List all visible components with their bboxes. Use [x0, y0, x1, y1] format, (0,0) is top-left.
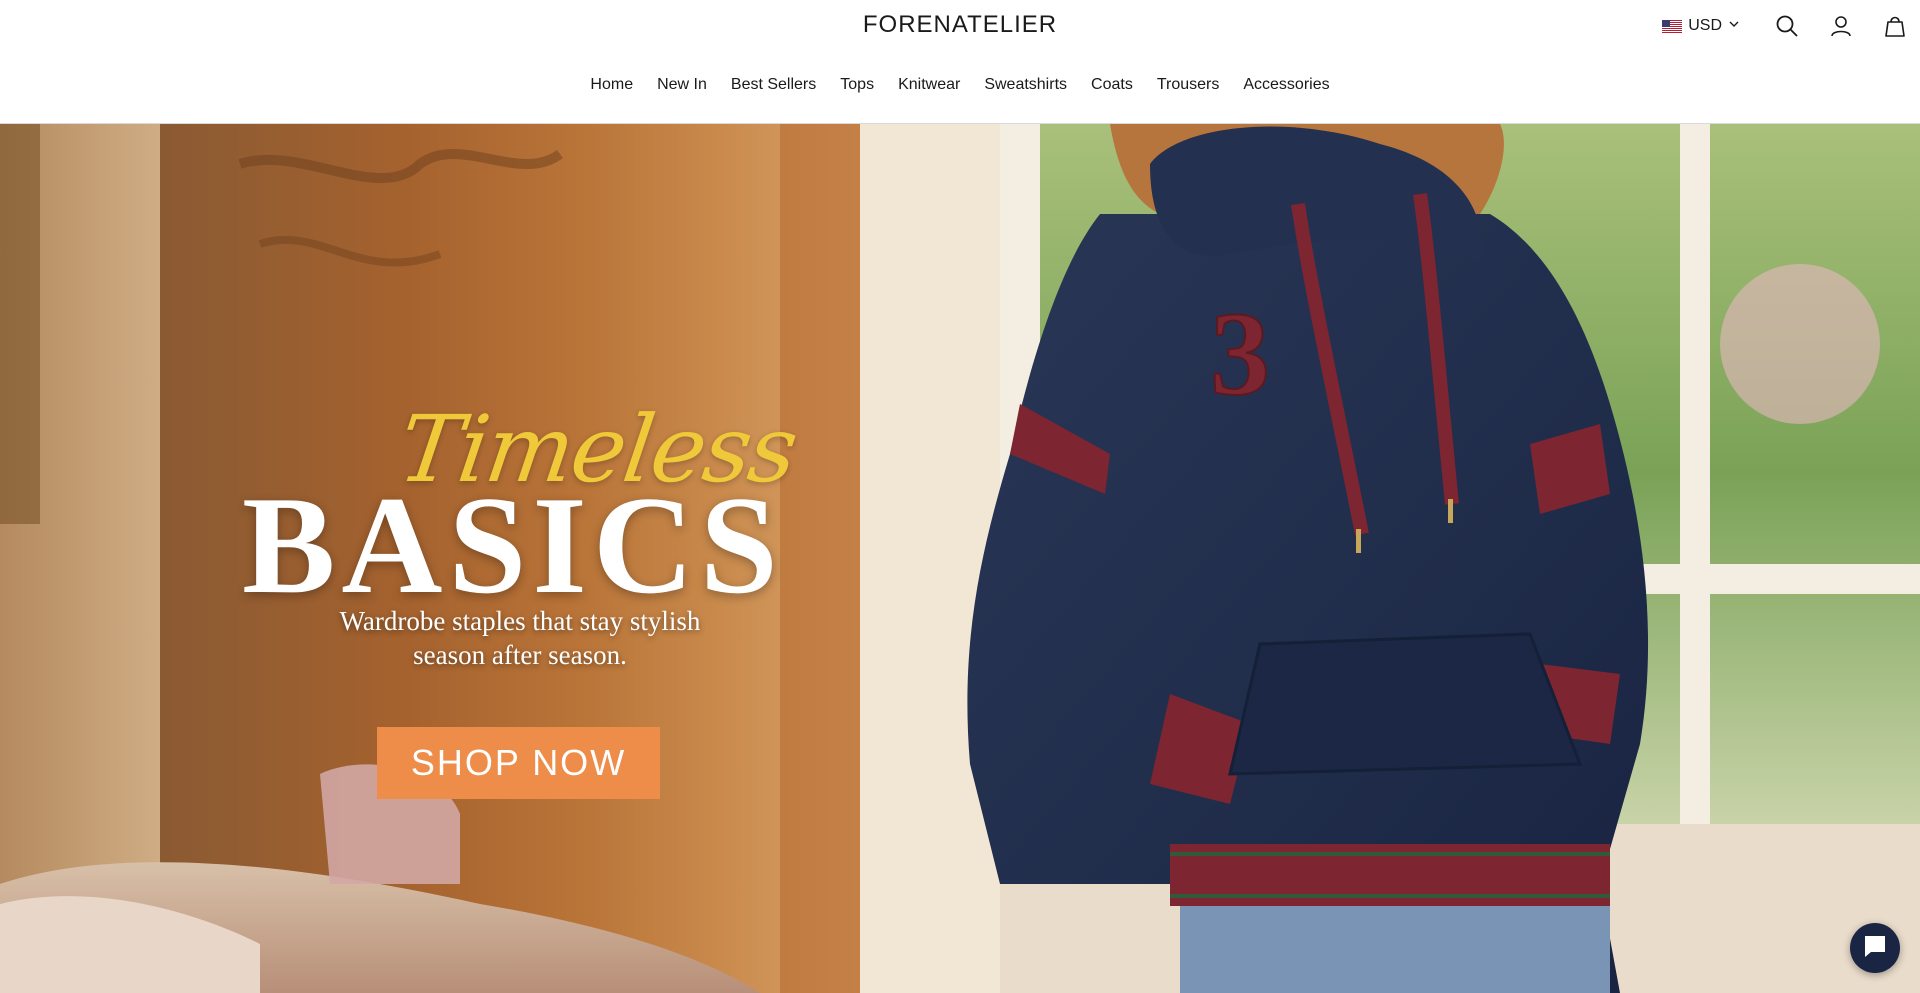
site-header: FORENATELIER USD Home New In Best Seller… — [0, 0, 1920, 124]
chevron-down-icon — [1728, 17, 1740, 35]
hero-subtitle-line-2: season after season. — [413, 640, 627, 670]
hero-banner: 3 Timeless BASICS Wardrobe staples that … — [0, 124, 1920, 993]
shop-now-button[interactable]: SHOP NOW — [377, 727, 660, 799]
chat-widget-button[interactable] — [1850, 923, 1900, 973]
search-icon[interactable] — [1774, 13, 1800, 39]
store-logo[interactable]: FORENATELIER — [0, 11, 1920, 39]
nav-item-sweatshirts[interactable]: Sweatshirts — [972, 76, 1079, 94]
nav-item-knitwear[interactable]: Knitwear — [886, 76, 972, 94]
chat-icon — [1862, 933, 1888, 964]
us-flag-icon — [1662, 19, 1683, 33]
hero-main-title: BASICS — [242, 468, 784, 623]
nav-item-tops[interactable]: Tops — [828, 76, 886, 94]
main-navigation: Home New In Best Sellers Tops Knitwear S… — [0, 76, 1920, 94]
nav-item-accessories[interactable]: Accessories — [1231, 76, 1341, 94]
hero-subtitle-line-1: Wardrobe staples that stay stylish — [339, 606, 701, 636]
nav-item-home[interactable]: Home — [578, 76, 645, 94]
hero-subtitle: Wardrobe staples that stay stylish seaso… — [320, 604, 720, 672]
nav-item-new-in[interactable]: New In — [645, 76, 719, 94]
currency-code: USD — [1688, 17, 1722, 34]
nav-item-trousers[interactable]: Trousers — [1145, 76, 1232, 94]
nav-item-coats[interactable]: Coats — [1079, 76, 1145, 94]
svg-text:3: 3 — [1210, 287, 1270, 420]
hero-text-block: Timeless BASICS Wardrobe staples that st… — [0, 124, 1040, 993]
nav-item-best-sellers[interactable]: Best Sellers — [719, 76, 828, 94]
header-utilities: USD — [1662, 10, 1920, 42]
account-icon[interactable] — [1828, 13, 1854, 39]
currency-selector[interactable]: USD — [1662, 17, 1740, 35]
cart-icon[interactable] — [1882, 13, 1908, 39]
